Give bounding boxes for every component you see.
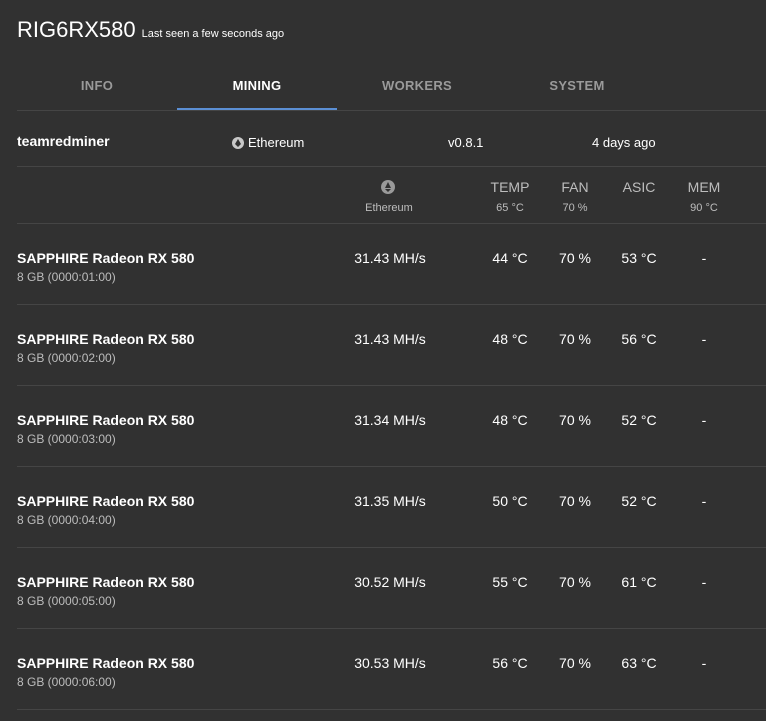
gpu-asic-temp: 52 °C <box>621 412 657 428</box>
gpu-row: SAPPHIRE Radeon RX 580 8 GB (0000:03:00)… <box>17 386 766 467</box>
gpu-fan: 70 % <box>559 331 591 347</box>
tab-system[interactable]: SYSTEM <box>497 68 657 108</box>
gpu-hashrate: 30.52 MH/s <box>354 574 426 590</box>
gpu-row: SAPPHIRE Radeon RX 580 8 GB (0000:06:00)… <box>17 629 766 710</box>
ethereum-icon <box>232 137 244 149</box>
mem-column-header: MEM <box>687 179 721 195</box>
gpu-temp: 48 °C <box>492 331 528 347</box>
tab-workers[interactable]: WORKERS <box>337 68 497 108</box>
mem-limit: 90 °C <box>690 202 718 214</box>
gpu-mem-temp: - <box>701 574 707 590</box>
gpu-mem-temp: - <box>701 412 707 428</box>
gpu-memory: 8 GB (0000:05:00) <box>17 594 116 608</box>
gpu-row: SAPPHIRE Radeon RX 580 8 GB (0000:01:00)… <box>17 224 766 305</box>
miner-coin-label: Ethereum <box>248 135 305 150</box>
fan-column-header: FAN <box>561 179 589 195</box>
gpu-table-header: Ethereum TEMP 65 °C FAN 70 % ASIC MEM 90… <box>17 167 766 224</box>
temp-column-header: TEMP <box>490 179 530 195</box>
gpu-fan: 70 % <box>559 574 591 590</box>
gpu-asic-temp: 53 °C <box>621 250 657 266</box>
miner-version: v0.8.1 <box>448 135 484 150</box>
gpu-name: SAPPHIRE Radeon RX 580 <box>17 493 195 509</box>
miner-started: 4 days ago <box>592 135 656 150</box>
tab-info[interactable]: INFO <box>17 68 177 108</box>
gpu-name: SAPPHIRE Radeon RX 580 <box>17 250 195 266</box>
gpu-name: SAPPHIRE Radeon RX 580 <box>17 412 195 428</box>
gpu-name: SAPPHIRE Radeon RX 580 <box>17 574 195 590</box>
gpu-fan: 70 % <box>559 655 591 671</box>
gpu-mem-temp: - <box>701 655 707 671</box>
gpu-temp: 48 °C <box>492 412 528 428</box>
tab-bar: INFO MINING WORKERS SYSTEM <box>17 68 766 111</box>
miner-summary-row: teamredminer Ethereum v0.8.1 4 days ago <box>17 111 766 167</box>
gpu-temp: 55 °C <box>492 574 528 590</box>
coin-column-label: Ethereum <box>365 202 413 214</box>
gpu-asic-temp: 52 °C <box>621 493 657 509</box>
fan-limit: 70 % <box>562 202 588 214</box>
gpu-row: SAPPHIRE Radeon RX 580 8 GB (0000:05:00)… <box>17 548 766 629</box>
gpu-name: SAPPHIRE Radeon RX 580 <box>17 331 195 347</box>
rig-title: RIG6RX580 <box>17 17 136 42</box>
gpu-hashrate: 30.53 MH/s <box>354 655 426 671</box>
gpu-hashrate: 31.34 MH/s <box>354 412 426 428</box>
gpu-asic-temp: 63 °C <box>621 655 657 671</box>
miner-name: teamredminer <box>17 133 110 149</box>
gpu-memory: 8 GB (0000:06:00) <box>17 675 116 689</box>
gpu-row: SAPPHIRE Radeon RX 580 8 GB (0000:04:00)… <box>17 467 766 548</box>
gpu-temp: 56 °C <box>492 655 528 671</box>
gpu-memory: 8 GB (0000:01:00) <box>17 270 116 284</box>
asic-column-header: ASIC <box>622 179 656 195</box>
gpu-temp: 50 °C <box>492 493 528 509</box>
gpu-memory: 8 GB (0000:03:00) <box>17 432 116 446</box>
gpu-name: SAPPHIRE Radeon RX 580 <box>17 655 195 671</box>
gpu-row: SAPPHIRE Radeon RX 580 8 GB (0000:02:00)… <box>17 305 766 386</box>
gpu-memory: 8 GB (0000:04:00) <box>17 513 116 527</box>
gpu-hashrate: 31.43 MH/s <box>354 250 426 266</box>
gpu-mem-temp: - <box>701 250 707 266</box>
gpu-fan: 70 % <box>559 412 591 428</box>
gpu-mem-temp: - <box>701 331 707 347</box>
rig-header: RIG6RX580 Last seen a few seconds ago <box>17 17 284 47</box>
gpu-hashrate: 31.35 MH/s <box>354 493 426 509</box>
last-seen-status: Last seen a few seconds ago <box>141 28 285 40</box>
tab-mining[interactable]: MINING <box>177 68 337 110</box>
gpu-hashrate: 31.43 MH/s <box>354 331 426 347</box>
gpu-memory: 8 GB (0000:02:00) <box>17 351 116 365</box>
miner-coin: Ethereum <box>232 135 304 150</box>
gpu-asic-temp: 61 °C <box>621 574 657 590</box>
gpu-asic-temp: 56 °C <box>621 331 657 347</box>
gpu-fan: 70 % <box>559 493 591 509</box>
temp-limit: 65 °C <box>496 202 524 214</box>
gpu-temp: 44 °C <box>492 250 528 266</box>
gpu-mem-temp: - <box>701 493 707 509</box>
ethereum-icon <box>381 180 395 194</box>
gpu-fan: 70 % <box>559 250 591 266</box>
